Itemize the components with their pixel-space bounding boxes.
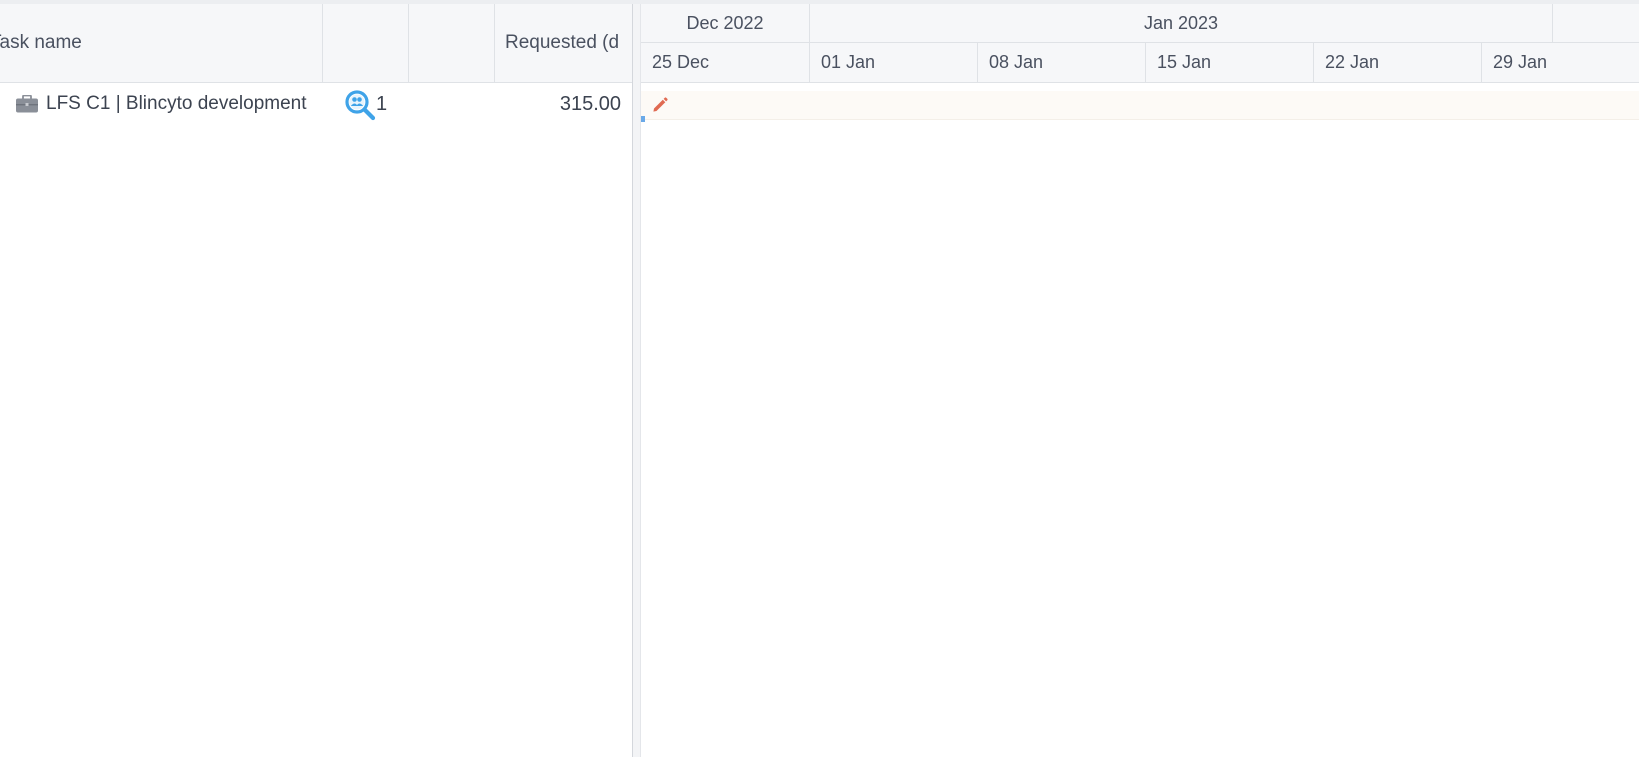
timeline-pane: Dec 2022 Jan 2023 25 Dec 01 Jan 08 Jan 1… — [641, 4, 1639, 757]
task-grid: Task name Requested (d LFS C1 | — [0, 4, 632, 757]
timeline-week: 25 Dec — [641, 43, 810, 82]
column-header-a[interactable] — [323, 4, 409, 82]
timeline-header: Dec 2022 Jan 2023 25 Dec 01 Jan 08 Jan 1… — [641, 4, 1639, 83]
task-start-marker — [641, 116, 645, 122]
column-header-task-name[interactable]: Task name — [0, 4, 323, 82]
timeline-month: Jan 2023 — [810, 4, 1553, 43]
requested-value: 315.00 — [559, 93, 621, 115]
timeline-week: 22 Jan — [1314, 43, 1482, 82]
column-header-b[interactable] — [409, 4, 495, 82]
timeline-week: 29 Jan — [1493, 52, 1548, 72]
pencil-icon[interactable] — [651, 96, 669, 114]
timeline-month — [1553, 4, 1639, 43]
gantt-view: Task name Requested (d LFS C1 | — [0, 0, 1639, 757]
column-header-requested[interactable]: Requested (d — [495, 4, 632, 82]
timeline-month: Dec 2022 — [641, 4, 810, 43]
resource-count: 1 — [376, 93, 388, 115]
table-row[interactable]: LFS C1 | Blincyto development 1 315.00 — [0, 83, 632, 125]
resource-search-icon[interactable] — [344, 89, 376, 121]
grid-header: Task name Requested (d — [0, 4, 632, 83]
timeline-row[interactable] — [641, 91, 1639, 120]
column-header-requested-label: Requested (d — [505, 32, 620, 53]
task-name[interactable]: LFS C1 | Blincyto development — [46, 93, 307, 115]
briefcase-icon — [16, 94, 38, 113]
timeline-week: 01 Jan — [810, 43, 978, 82]
timeline-week: 15 Jan — [1146, 43, 1314, 82]
column-header-task-name-label: Task name — [0, 32, 82, 53]
pane-splitter[interactable] — [632, 4, 641, 757]
timeline-week: 08 Jan — [978, 43, 1146, 82]
